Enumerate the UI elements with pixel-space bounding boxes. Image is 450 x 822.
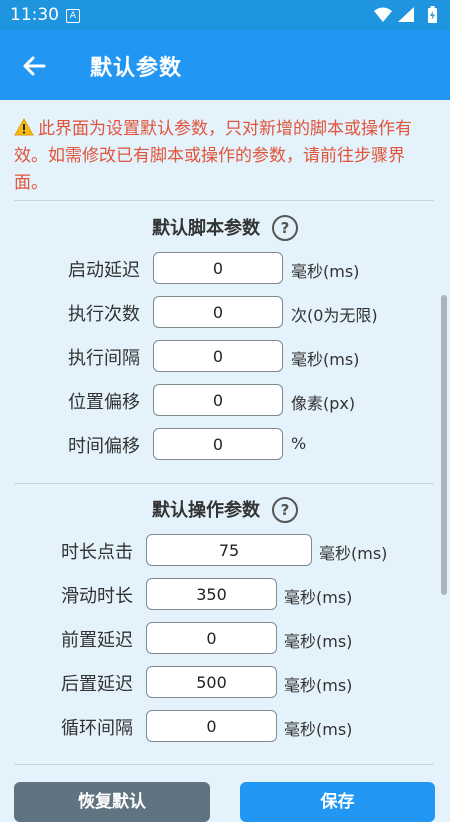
post-delay-unit: 毫秒(ms): [284, 676, 353, 695]
action-section-label: 默认操作参数: [152, 500, 260, 521]
post-delay-label: 后置延迟: [61, 674, 133, 695]
run-count-input[interactable]: 0: [153, 296, 283, 328]
notification-badge: A: [66, 9, 80, 23]
divider: [14, 200, 434, 201]
position-offset-label: 位置偏移: [68, 392, 140, 413]
loop-interval-input[interactable]: 0: [146, 710, 277, 742]
click-duration-input[interactable]: 75: [146, 534, 312, 566]
save-button[interactable]: 保存: [240, 782, 435, 822]
system-icons: [374, 6, 437, 23]
swipe-duration-input[interactable]: 350: [146, 578, 277, 610]
row-time-offset: 时间偏移 0 %: [0, 428, 450, 462]
divider: [14, 764, 434, 765]
loop-interval-label: 循环间隔: [61, 718, 133, 739]
swipe-duration-unit: 毫秒(ms): [284, 588, 353, 607]
pre-delay-unit: 毫秒(ms): [284, 632, 353, 651]
start-delay-unit: 毫秒(ms): [291, 262, 360, 281]
click-duration-unit: 毫秒(ms): [319, 544, 388, 563]
run-interval-input[interactable]: 0: [153, 340, 283, 372]
settings-content: 此界面为设置默认参数，只对新增的脚本或操作有效。如需修改已有脚本或操作的参数，请…: [0, 100, 450, 822]
restore-defaults-button[interactable]: 恢复默认: [14, 782, 210, 822]
row-pre-delay: 前置延迟 0 毫秒(ms): [0, 622, 450, 656]
loop-interval-unit: 毫秒(ms): [284, 720, 353, 739]
scrollbar[interactable]: [441, 295, 447, 595]
row-post-delay: 后置延迟 500 毫秒(ms): [0, 666, 450, 700]
app-bar: 默认参数: [0, 30, 450, 100]
pre-delay-label: 前置延迟: [61, 630, 133, 651]
row-swipe-duration: 滑动时长 350 毫秒(ms): [0, 578, 450, 612]
wifi-icon: [374, 7, 392, 22]
row-run-interval: 执行间隔 0 毫秒(ms): [0, 340, 450, 374]
script-section-title: 默认脚本参数?: [0, 214, 450, 241]
pre-delay-input[interactable]: 0: [146, 622, 277, 654]
run-interval-unit: 毫秒(ms): [291, 350, 360, 369]
row-loop-interval: 循环间隔 0 毫秒(ms): [0, 710, 450, 744]
status-bar: 11:30 A: [0, 0, 450, 30]
swipe-duration-label: 滑动时长: [61, 586, 133, 607]
post-delay-input[interactable]: 500: [146, 666, 277, 698]
divider: [14, 483, 434, 484]
run-interval-label: 执行间隔: [68, 348, 140, 369]
battery-icon: [428, 6, 437, 23]
position-offset-input[interactable]: 0: [153, 384, 283, 416]
time-offset-input[interactable]: 0: [153, 428, 283, 460]
help-icon[interactable]: ?: [272, 215, 298, 241]
time-offset-unit: %: [291, 434, 307, 453]
back-arrow-icon[interactable]: [18, 50, 50, 82]
page-title: 默认参数: [90, 56, 183, 81]
start-delay-label: 启动延迟: [68, 260, 140, 281]
action-section-title: 默认操作参数?: [0, 496, 450, 523]
click-duration-label: 时长点击: [61, 542, 133, 563]
run-count-label: 执行次数: [68, 304, 140, 325]
status-time: 11:30: [10, 5, 59, 25]
warning-notice: 此界面为设置默认参数，只对新增的脚本或操作有效。如需修改已有脚本或操作的参数，请…: [14, 116, 434, 197]
start-delay-input[interactable]: 0: [153, 252, 283, 284]
warning-icon: [14, 118, 34, 136]
row-click-duration: 时长点击 75 毫秒(ms): [0, 534, 450, 568]
row-start-delay: 启动延迟 0 毫秒(ms): [0, 252, 450, 286]
script-section-label: 默认脚本参数: [152, 218, 260, 239]
row-position-offset: 位置偏移 0 像素(px): [0, 384, 450, 418]
help-icon[interactable]: ?: [272, 497, 298, 523]
signal-icon: [398, 7, 414, 22]
position-offset-unit: 像素(px): [291, 394, 356, 413]
row-run-count: 执行次数 0 次(0为无限): [0, 296, 450, 330]
time-offset-label: 时间偏移: [68, 436, 140, 457]
run-count-unit: 次(0为无限): [291, 306, 378, 325]
warning-text: 此界面为设置默认参数，只对新增的脚本或操作有效。如需修改已有脚本或操作的参数，请…: [14, 119, 412, 193]
